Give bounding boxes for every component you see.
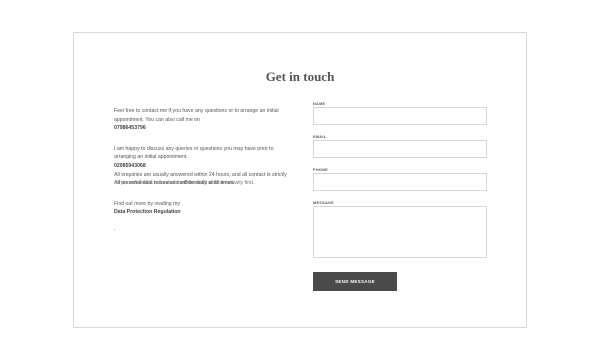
overlap-text-b: of a confidential nature and will be dea… [116,180,255,187]
phone-field[interactable] [313,173,487,191]
happy-text: I am happy to discuss any queries or que… [114,145,274,161]
find-more-text: Find out more by reading my [114,200,181,207]
trailing-dot: . [114,225,116,232]
send-message-button[interactable]: SEND MESSAGE [313,272,397,291]
contact-info: Feel free to contact me if you have any … [114,107,292,234]
gdpr-link[interactable]: Data Protection Regulation [114,208,292,217]
overlapping-text: All personal data is treated confidentia… [114,179,292,188]
contact-form: NAME EMAIL PHONE MESSAGE SEND MESSAGE [313,101,487,291]
enquiries-text: All enquiries are usually answered withi… [114,171,287,178]
phone-number-secondary[interactable]: 02085943068 [114,162,292,171]
name-field[interactable] [313,107,487,125]
contact-card: Get in touch Feel free to contact me if … [73,32,527,328]
intro-text: Feel free to contact me if you have any … [114,108,279,123]
phone-number-primary[interactable]: 07986453796 [114,124,292,133]
message-field[interactable] [313,206,487,258]
page-title: Get in touch [265,69,335,84]
email-field[interactable] [313,140,487,158]
